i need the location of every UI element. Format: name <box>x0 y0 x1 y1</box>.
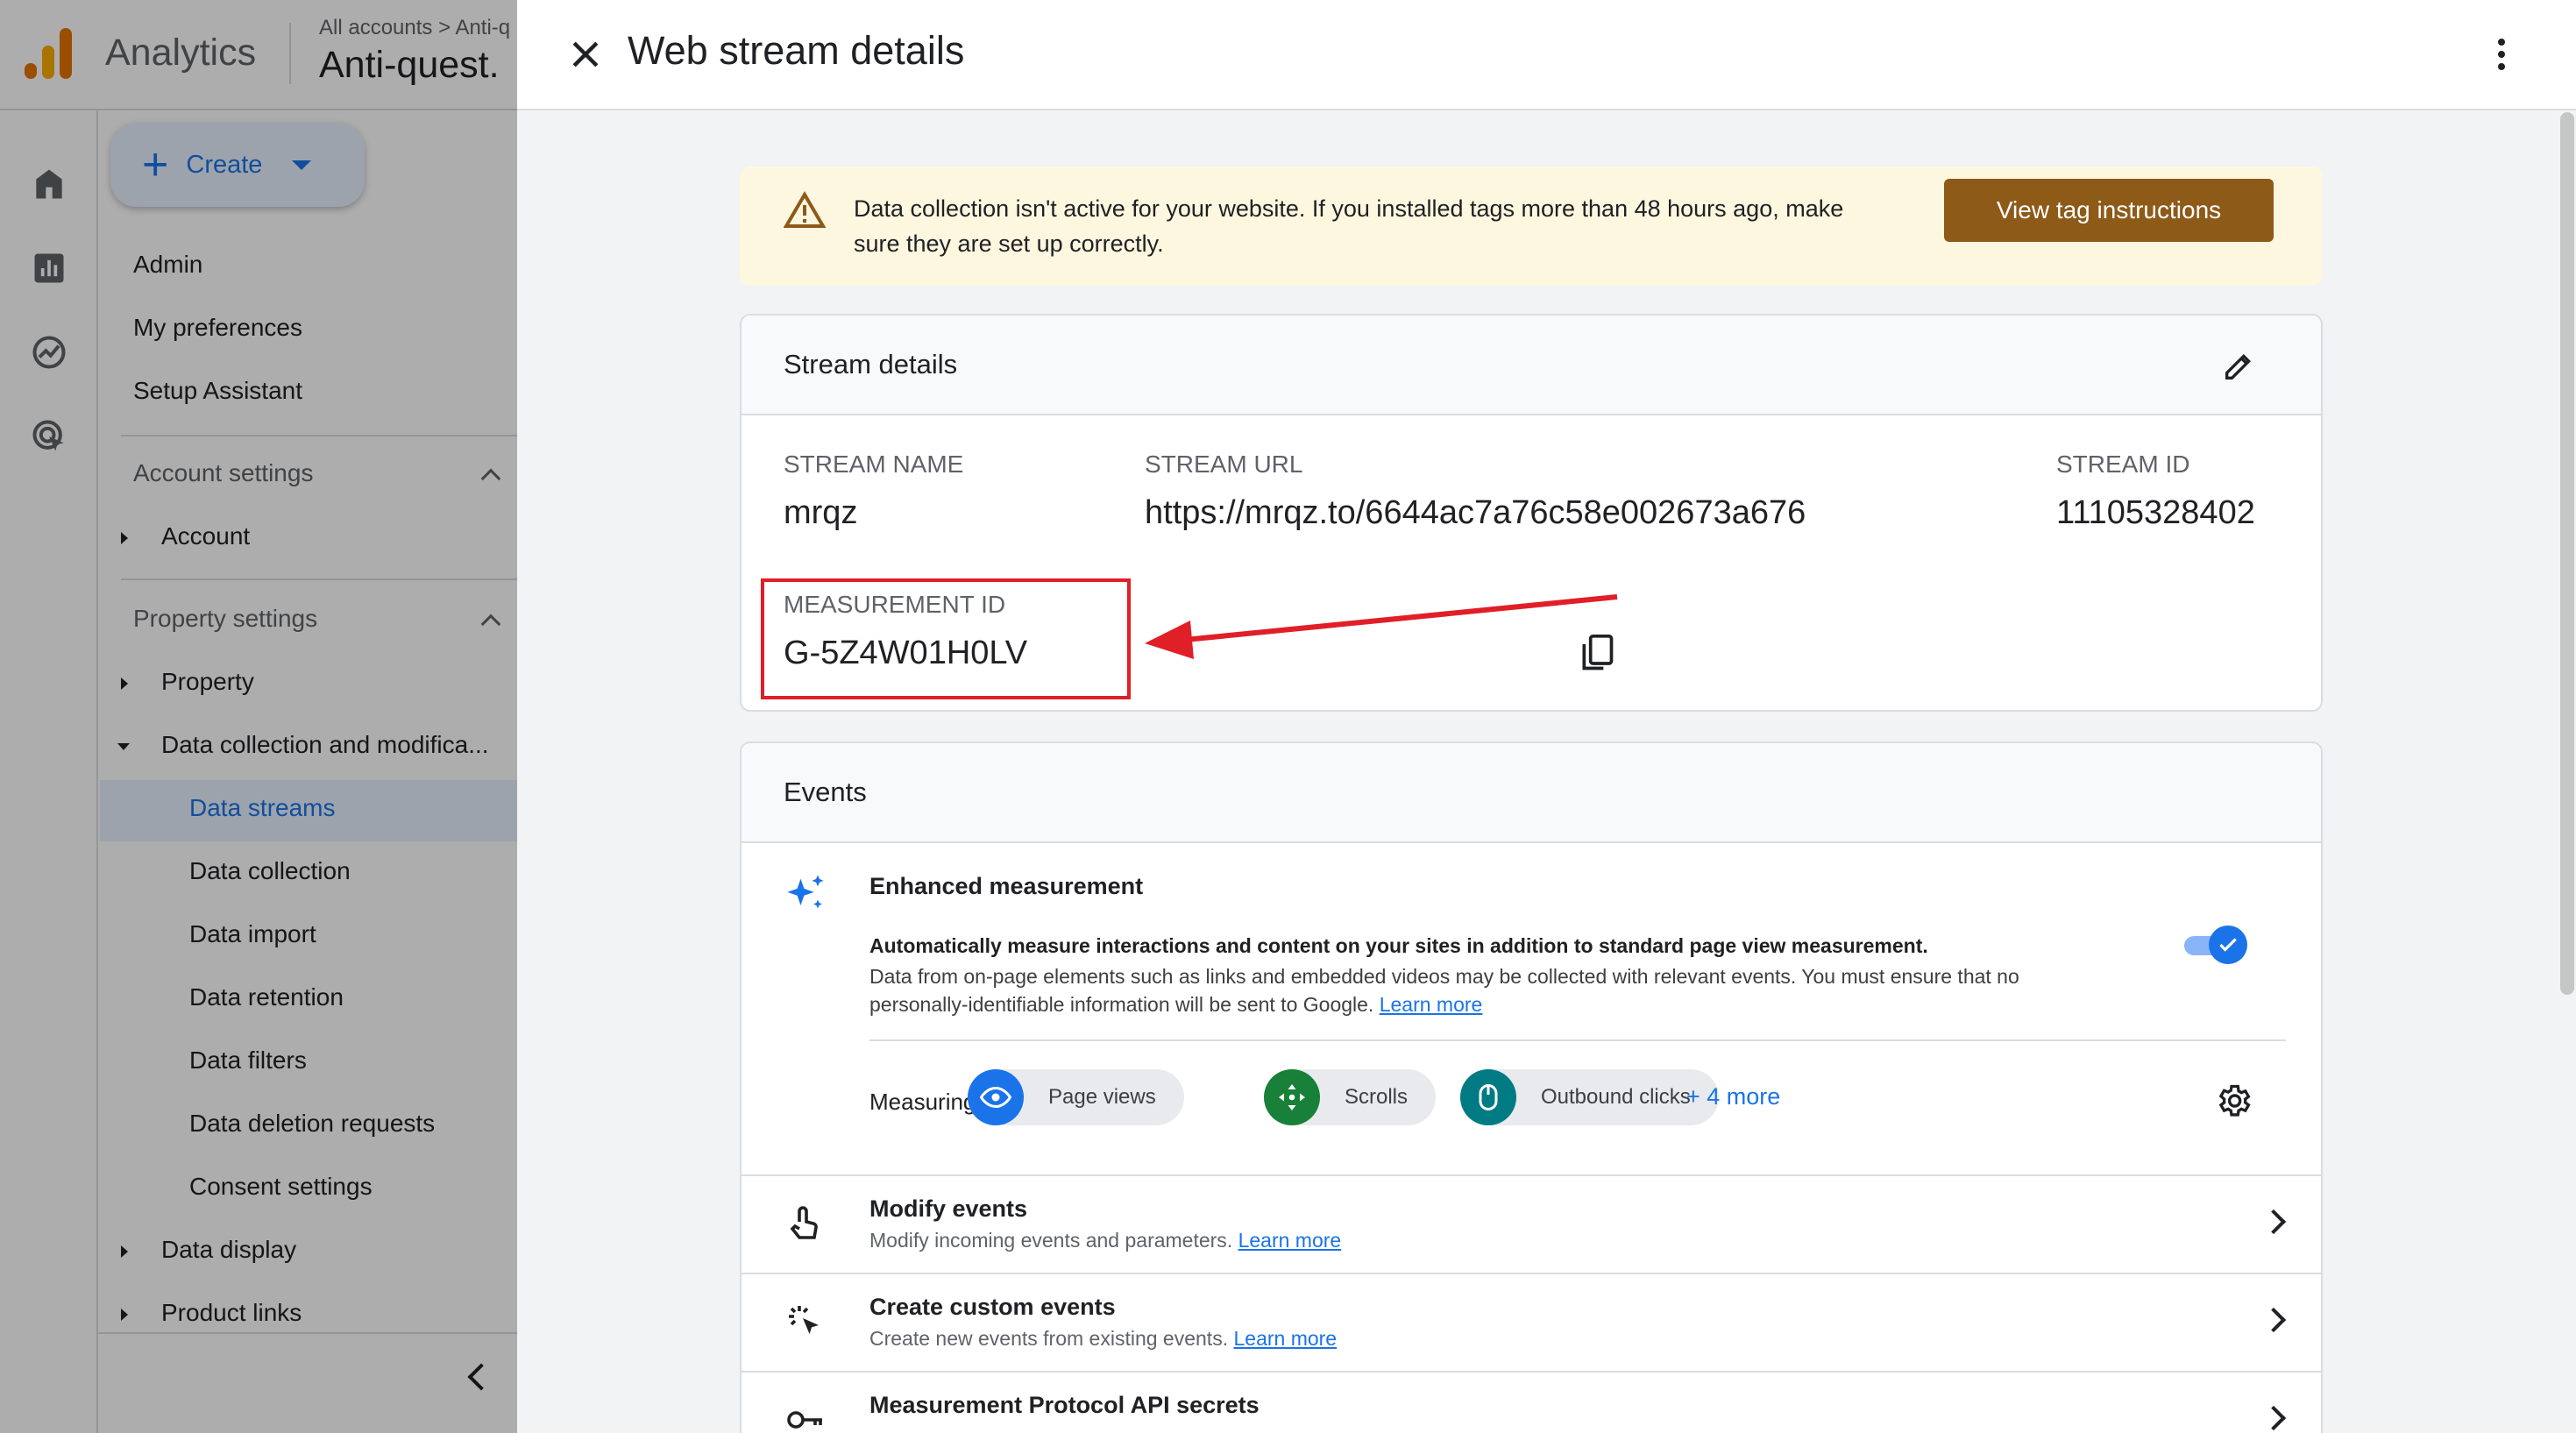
measurement-protocol-row[interactable]: Measurement Protocol API secrets <box>742 1371 2321 1433</box>
chip-page-views: Page views <box>968 1069 1184 1125</box>
stream-id-label: STREAM ID <box>2056 450 2190 478</box>
web-stream-details-panel: Web stream details Data collection isn't… <box>517 0 2576 1433</box>
stream-name-value: mrqz <box>784 494 858 531</box>
scroll-arrows-icon <box>1264 1069 1320 1125</box>
learn-more-link[interactable]: Learn more <box>1233 1327 1337 1350</box>
modify-events-row[interactable]: Modify events Modify incoming events and… <box>742 1174 2321 1273</box>
stream-details-card: Stream details STREAM NAME mrqz STREAM U… <box>740 314 2323 712</box>
chevron-right-icon <box>2260 1405 2287 1431</box>
gear-icon[interactable] <box>2214 1082 2253 1120</box>
eye-icon <box>968 1069 1024 1125</box>
stream-details-heading: Stream details <box>784 349 958 380</box>
view-tag-instructions-button[interactable]: View tag instructions <box>1944 179 2274 242</box>
chip-label: Page views <box>1048 1085 1156 1109</box>
stream-url-label: STREAM URL <box>1145 450 1303 478</box>
row-subtitle-text: Modify incoming events and parameters. <box>869 1229 1233 1252</box>
chip-label: Scrolls <box>1345 1085 1409 1109</box>
divider <box>869 1039 2286 1041</box>
edit-pencil-icon[interactable] <box>2221 349 2256 384</box>
measurement-id-label: MEASUREMENT ID <box>784 591 1006 618</box>
more-options-icon[interactable] <box>2496 39 2507 74</box>
row-title: Modify events <box>869 1195 1028 1222</box>
events-heading: Events <box>784 777 867 807</box>
copy-icon[interactable] <box>1578 633 1616 675</box>
chip-label: Outbound clicks <box>1541 1085 1691 1109</box>
sparkle-icon <box>787 875 824 909</box>
check-icon <box>2219 938 2237 952</box>
chip-outbound-clicks: Outbound clicks <box>1460 1069 1719 1125</box>
row-subtitle: Create new events from existing events. … <box>869 1327 1337 1351</box>
row-title: Measurement Protocol API secrets <box>869 1392 1260 1418</box>
events-card: Events Enhanced measurement Automaticall… <box>740 741 2323 1433</box>
row-title: Create custom events <box>869 1294 1116 1320</box>
learn-more-link[interactable]: Learn more <box>1380 993 1483 1016</box>
create-custom-events-row[interactable]: Create custom events Create new events f… <box>742 1273 2321 1371</box>
stream-id-value: 11105328402 <box>2056 494 2255 531</box>
enhanced-measurement-toggle[interactable] <box>2181 926 2247 964</box>
enhanced-measurement-description: Data from on-page elements such as links… <box>869 962 2114 1018</box>
chip-scrolls: Scrolls <box>1264 1069 1437 1125</box>
panel-header: Web stream details <box>517 0 2576 110</box>
events-header: Events <box>742 743 2321 843</box>
warning-icon <box>784 191 826 228</box>
row-subtitle: Modify incoming events and parameters. L… <box>869 1229 1341 1252</box>
key-icon <box>787 1411 822 1429</box>
mouse-icon <box>1460 1069 1516 1125</box>
stream-name-label: STREAM NAME <box>784 450 964 478</box>
data-collection-alert: Data collection isn't active for your we… <box>740 167 2323 286</box>
click-sparkle-icon <box>789 1306 819 1334</box>
stream-url-value: https://mrqz.to/6644ac7a76c58e002673a676 <box>1145 494 1806 531</box>
chevron-right-icon <box>2260 1307 2287 1333</box>
alert-message: Data collection isn't active for your we… <box>854 195 1844 257</box>
scrollbar[interactable] <box>2560 112 2574 995</box>
learn-more-link[interactable]: Learn more <box>1238 1229 1342 1252</box>
enhanced-measurement-summary: Automatically measure interactions and c… <box>869 934 1928 957</box>
dialog-scrim[interactable] <box>0 0 517 1433</box>
chevron-right-icon <box>2260 1209 2287 1235</box>
touch-icon <box>790 1206 818 1239</box>
row-subtitle-text: Create new events from existing events. <box>869 1327 1229 1350</box>
measurement-id-value: G-5Z4W01H0LV <box>784 635 1028 671</box>
stream-details-header: Stream details <box>742 316 2321 415</box>
measuring-label: Measuring: <box>869 1089 983 1115</box>
enhanced-measurement-title: Enhanced measurement <box>869 873 1144 899</box>
panel-title: Web stream details <box>628 28 965 73</box>
close-icon[interactable] <box>566 35 605 74</box>
more-events-link[interactable]: + 4 more <box>1686 1083 1780 1110</box>
